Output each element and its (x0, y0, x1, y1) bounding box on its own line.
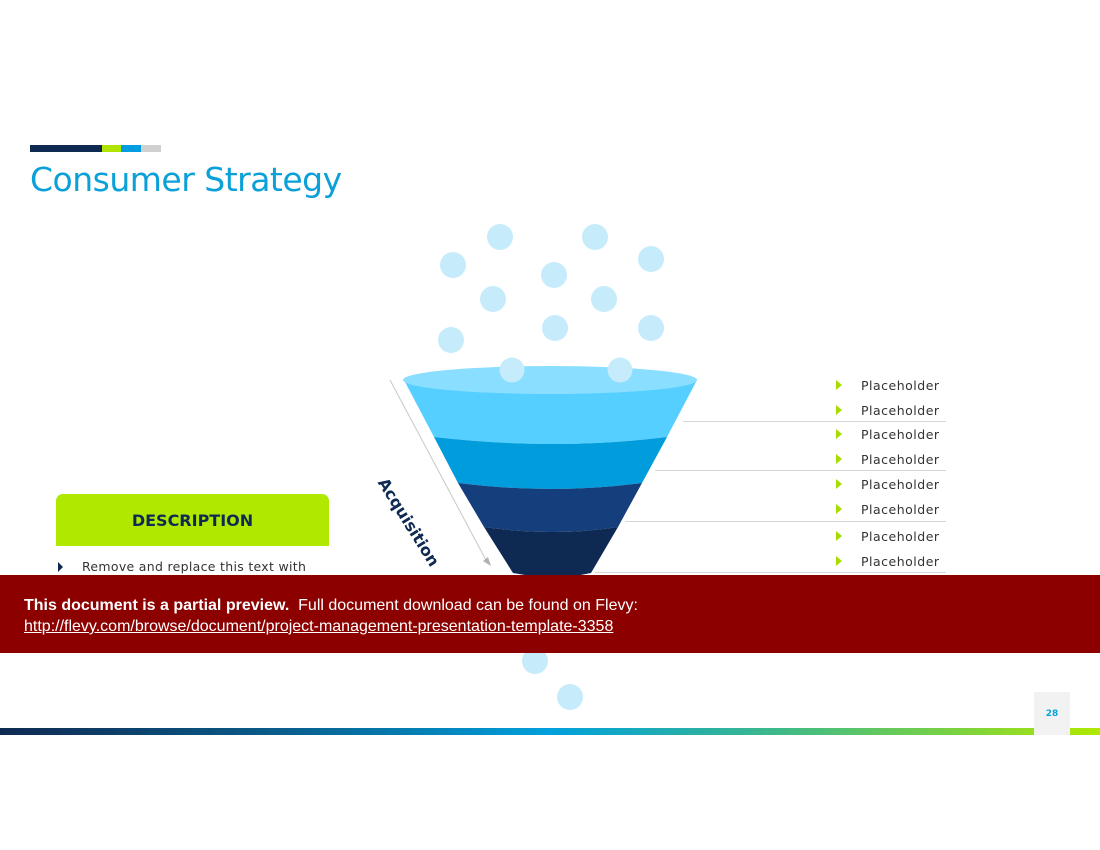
accent-bar-gray (141, 145, 161, 152)
footer-gradient-bar (0, 728, 1100, 735)
acquisition-arrow (389, 379, 491, 566)
bubble-circle-icon (487, 224, 513, 250)
page-number-box: 28 (1034, 692, 1070, 735)
list-item: Placeholder (836, 526, 940, 546)
bubble-circle-icon (638, 315, 664, 341)
description-bullet: Remove and replace this text with (58, 559, 306, 574)
description-title: DESCRIPTION (131, 510, 254, 530)
preview-banner: This document is a partial preview. Full… (0, 575, 1100, 653)
list-item: Placeholder (836, 449, 940, 469)
list-item: Placeholder (836, 474, 940, 494)
triangle-right-icon (836, 429, 842, 439)
page-number: 28 (1045, 708, 1059, 719)
triangle-right-icon (836, 504, 842, 514)
list-item: Placeholder (836, 499, 940, 519)
triangle-right-icon (836, 454, 842, 464)
bubble-circle-icon (557, 684, 583, 710)
bubble-circle-icon (582, 224, 608, 250)
bubble-circle-icon (438, 327, 464, 353)
bubble-circle-icon (591, 286, 617, 312)
separator-line (683, 421, 946, 422)
separator-line (595, 572, 946, 573)
flevy-document-link[interactable]: http://flevy.com/browse/document/project… (24, 618, 613, 635)
triangle-right-icon (836, 380, 842, 390)
bubble-circle-icon (499, 357, 525, 383)
bubble-circle-icon (638, 246, 664, 272)
list-item: Placeholder (836, 400, 940, 420)
triangle-right-icon (58, 561, 63, 572)
description-header: DESCRIPTION (56, 494, 329, 546)
accent-bar-blue (121, 145, 141, 152)
list-item: Placeholder (836, 551, 940, 571)
funnel-layer-4 (484, 527, 618, 577)
bubble-circle-icon (480, 286, 506, 312)
bubble-circle-icon (607, 357, 633, 383)
slide-title: Consumer Strategy (30, 160, 342, 199)
bubble-circle-icon (542, 315, 568, 341)
bubble-circle-icon (541, 262, 567, 288)
triangle-right-icon (836, 556, 842, 566)
bubble-circle-icon (440, 252, 466, 278)
list-item: Placeholder (836, 375, 940, 395)
accent-bar-navy (30, 145, 102, 152)
triangle-right-icon (836, 405, 842, 415)
preview-banner-bold: This document is a partial preview. (24, 597, 290, 614)
preview-banner-text: Full document download can be found on F… (298, 597, 638, 614)
triangle-right-icon (836, 531, 842, 541)
separator-line (625, 521, 946, 522)
triangle-right-icon (836, 479, 842, 489)
list-item: Placeholder (836, 424, 940, 444)
accent-bar-green (102, 145, 121, 152)
separator-line (655, 470, 946, 471)
